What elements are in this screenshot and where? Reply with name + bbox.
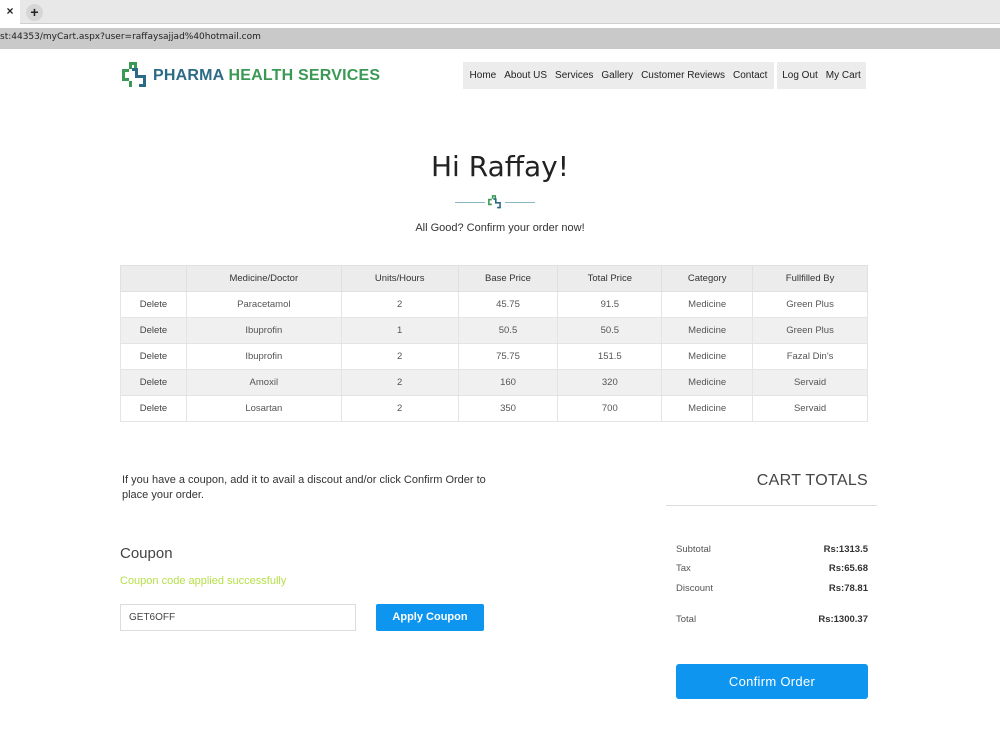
confirm-order-button[interactable]: Confirm Order xyxy=(676,664,868,699)
cell-category: Medicine xyxy=(661,317,754,344)
column-header: Base Price xyxy=(457,265,559,292)
page-subtitle: All Good? Confirm your order now! xyxy=(415,222,585,234)
cell-category: Medicine xyxy=(661,343,754,370)
cell-item: Losartan xyxy=(185,395,342,422)
address-bar[interactable]: st:44353/myCart.aspx?user=raffaysajjad%4… xyxy=(0,28,1000,49)
total-row: Total Rs:1300.37 xyxy=(676,614,868,628)
brand-word-health: HEALTH SERVICES xyxy=(228,67,381,84)
nav-contact[interactable]: Contact xyxy=(733,70,767,81)
column-header xyxy=(120,265,187,292)
column-header: Fullfilled By xyxy=(752,265,868,292)
cell-fulfilled-by: Green Plus xyxy=(752,291,868,318)
cart-table: Medicine/Doctor Units/Hours Base Price T… xyxy=(120,265,868,422)
cell-item: Ibuprofin xyxy=(185,343,342,370)
cell-base-price: 160 xyxy=(457,369,559,396)
cell-base-price: 75.75 xyxy=(457,343,559,370)
cell-base-price: 45.75 xyxy=(457,291,559,318)
cell-fulfilled-by: Green Plus xyxy=(752,317,868,344)
cell-category: Medicine xyxy=(661,395,754,422)
discount-row: Discount Rs:78.81 xyxy=(676,583,868,597)
tax-label: Tax xyxy=(676,563,691,574)
cell-base-price: 350 xyxy=(457,395,559,422)
delete-link[interactable]: Delete xyxy=(120,395,187,422)
delete-link[interactable]: Delete xyxy=(120,369,187,396)
cell-base-price: 50.5 xyxy=(457,317,559,344)
column-header: Category xyxy=(661,265,754,292)
pharma-cross-icon xyxy=(122,62,146,87)
cell-total-price: 700 xyxy=(557,395,663,422)
delete-link[interactable]: Delete xyxy=(120,317,187,344)
discount-label: Discount xyxy=(676,583,713,594)
nav-gallery[interactable]: Gallery xyxy=(601,70,633,81)
brand-word-pharma: PHARMA xyxy=(153,67,229,84)
cart-totals-heading: CART TOTALS xyxy=(756,472,868,489)
tax-row: Tax Rs:65.68 xyxy=(676,563,868,577)
delete-link[interactable]: Delete xyxy=(120,291,187,318)
url-text: st:44353/myCart.aspx?user=raffaysajjad%4… xyxy=(0,32,261,42)
total-label: Total xyxy=(676,614,697,625)
cell-category: Medicine xyxy=(661,369,754,396)
column-header: Total Price xyxy=(557,265,663,292)
cell-units: 1 xyxy=(340,317,459,344)
total-value: Rs:1300.37 xyxy=(818,614,868,625)
cell-units: 2 xyxy=(340,343,459,370)
tax-value: Rs:65.68 xyxy=(828,563,868,574)
main-nav: Home About US Services Gallery Customer … xyxy=(463,62,774,89)
coupon-instructions: If you have a coupon, add it to avail a … xyxy=(122,474,486,501)
cell-total-price: 50.5 xyxy=(557,317,663,344)
nav-customer-reviews[interactable]: Customer Reviews xyxy=(641,70,725,81)
table-header-row: Medicine/Doctor Units/Hours Base Price T… xyxy=(120,265,868,292)
new-tab-button[interactable]: + xyxy=(26,4,43,21)
subtotal-value: Rs:1313.5 xyxy=(823,544,868,555)
nav-log-out[interactable]: Log Out xyxy=(782,70,818,81)
subtotal-label: Subtotal xyxy=(676,544,711,555)
table-row: Delete Ibuprofin 1 50.5 50.5 Medicine Gr… xyxy=(120,317,868,344)
cell-item: Amoxil xyxy=(185,369,342,396)
nav-home[interactable]: Home xyxy=(470,70,497,81)
cell-total-price: 151.5 xyxy=(557,343,663,370)
delete-link[interactable]: Delete xyxy=(120,343,187,370)
cell-total-price: 91.5 xyxy=(557,291,663,318)
browser-tab-bar: × + xyxy=(0,0,1000,24)
cell-units: 2 xyxy=(340,369,459,396)
cell-category: Medicine xyxy=(661,291,754,318)
apply-coupon-button[interactable]: Apply Coupon xyxy=(376,604,484,631)
cell-total-price: 320 xyxy=(557,369,663,396)
cell-units: 2 xyxy=(340,395,459,422)
cell-fulfilled-by: Servaid xyxy=(752,395,868,422)
table-row: Delete Losartan 2 350 700 Medicine Serva… xyxy=(120,395,868,422)
coupon-heading: Coupon xyxy=(120,545,173,562)
table-row: Delete Amoxil 2 160 320 Medicine Servaid xyxy=(120,369,868,396)
subtotal-row: Subtotal Rs:1313.5 xyxy=(676,544,868,558)
page-title: Hi Raffay! xyxy=(431,150,569,183)
nav-my-cart[interactable]: My Cart xyxy=(826,70,861,81)
table-row: Delete Ibuprofin 2 75.75 151.5 Medicine … xyxy=(120,343,868,370)
coupon-code-input[interactable] xyxy=(120,604,356,631)
pharma-cross-small-icon xyxy=(488,195,501,209)
title-divider xyxy=(455,194,535,210)
table-row: Delete Paracetamol 2 45.75 91.5 Medicine… xyxy=(120,291,868,318)
cell-units: 2 xyxy=(340,291,459,318)
totals-divider xyxy=(666,505,877,506)
cell-fulfilled-by: Fazal Din's xyxy=(752,343,868,370)
close-tab-icon[interactable]: × xyxy=(0,0,20,24)
column-header: Units/Hours xyxy=(340,265,459,292)
nav-services[interactable]: Services xyxy=(555,70,593,81)
cell-fulfilled-by: Servaid xyxy=(752,369,868,396)
coupon-success-message: Coupon code applied successfully xyxy=(120,575,287,587)
column-header: Medicine/Doctor xyxy=(185,265,342,292)
cell-item: Paracetamol xyxy=(185,291,342,318)
brand-name: PHARMA HEALTH SERVICES xyxy=(153,67,380,85)
cell-item: Ibuprofin xyxy=(185,317,342,344)
nav-about[interactable]: About US xyxy=(504,70,547,81)
account-nav: Log Out My Cart xyxy=(777,62,866,89)
discount-value: Rs:78.81 xyxy=(828,583,868,594)
